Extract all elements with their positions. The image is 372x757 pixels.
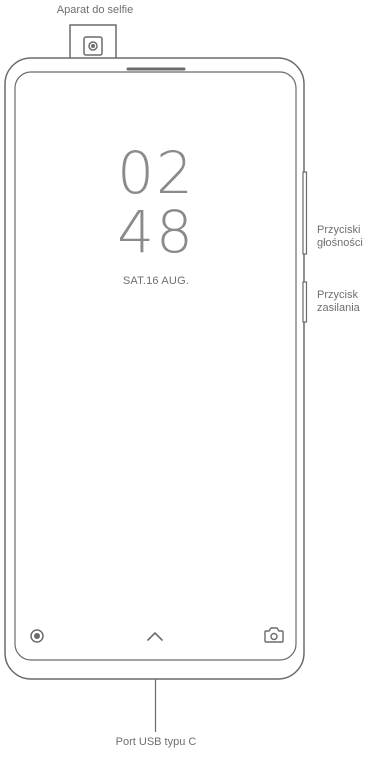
volume-buttons-label-line1: Przyciski: [317, 224, 361, 236]
power-button-label-line2: zasilania: [317, 302, 360, 314]
volume-buttons-label-line2: głośności: [317, 237, 363, 249]
lockscreen-date: SAT.16 AUG.: [122, 275, 190, 287]
power-button-label-line1: Przycisk: [317, 289, 358, 301]
power-button-label: Przycisk zasilania: [317, 289, 360, 315]
selfie-camera-label: Aparat do selfie: [56, 4, 134, 16]
clock-hours: 02: [117, 139, 195, 207]
usb-port-label: Port USB typu C: [115, 736, 197, 748]
phone-diagram: [4, 24, 308, 732]
power-button: [302, 281, 308, 323]
volume-buttons-label: Przyciski głośności: [317, 224, 363, 250]
clock-minutes: 48: [117, 198, 195, 266]
